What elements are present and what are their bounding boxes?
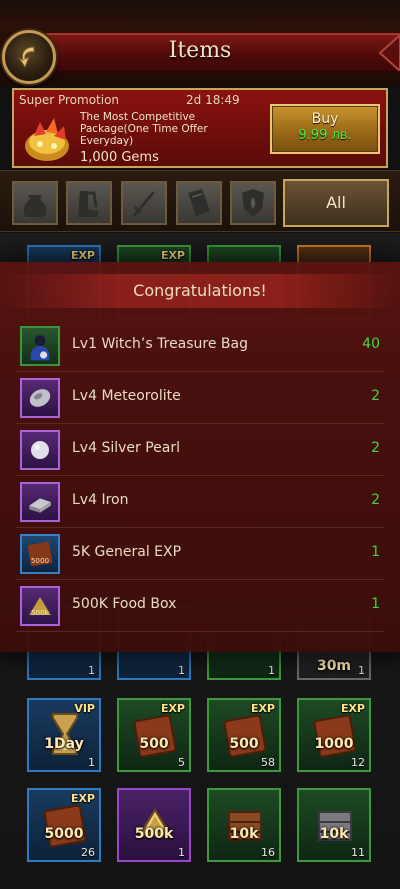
item-slot-iron[interactable]: 10k 11 bbox=[297, 788, 371, 862]
slot-count: 16 bbox=[261, 846, 275, 859]
meteorolite-icon bbox=[29, 389, 51, 407]
reward-row: 500k 500K Food Box 1 bbox=[16, 580, 384, 632]
slot-tag: EXP bbox=[70, 792, 95, 805]
slot-amount: 500 bbox=[139, 736, 169, 752]
item-slot-food[interactable]: 500k 1 bbox=[117, 788, 191, 862]
back-arrow-icon bbox=[17, 46, 35, 69]
slot-count: 1 bbox=[178, 846, 185, 859]
item-slot-exp[interactable]: EXP 1000 12 bbox=[297, 698, 371, 772]
treasure-bag-icon bbox=[30, 335, 50, 361]
reward-icon bbox=[20, 430, 60, 470]
slot-amount: 1Day bbox=[44, 736, 84, 752]
promotion-gems: 1,000 Gems bbox=[80, 150, 159, 165]
reward-name: Lv4 Iron bbox=[72, 492, 129, 508]
reward-quantity: 2 bbox=[371, 440, 380, 456]
item-slot-vip[interactable]: VIP 1Day 1 bbox=[27, 698, 101, 772]
iron-ingot-icon bbox=[29, 498, 51, 513]
shield-icon bbox=[242, 189, 264, 217]
slot-count: 5 bbox=[178, 756, 185, 769]
slot-count: 1 bbox=[88, 756, 95, 769]
tab-books[interactable] bbox=[176, 181, 222, 225]
reward-icon bbox=[20, 482, 60, 522]
item-slot-exp[interactable]: EXP 5000 26 bbox=[27, 788, 101, 862]
tab-resources[interactable] bbox=[12, 181, 58, 225]
reward-quantity: 2 bbox=[371, 388, 380, 404]
reward-row: 5000 5K General EXP 1 bbox=[16, 528, 384, 580]
item-slot-wood[interactable]: 10k 16 bbox=[207, 788, 281, 862]
slot-tag: EXP bbox=[160, 249, 185, 262]
wood-crate-icon bbox=[228, 811, 262, 841]
iron-crate-icon bbox=[318, 811, 352, 841]
slot-tag: EXP bbox=[70, 249, 95, 262]
popup-title: Congratulations! bbox=[0, 274, 400, 308]
svg-text:5000: 5000 bbox=[31, 556, 50, 565]
slot-tag: EXP bbox=[160, 702, 185, 715]
tab-speedups[interactable] bbox=[66, 181, 112, 225]
slot-count: 26 bbox=[81, 846, 95, 859]
reward-row: Lv4 Iron 2 bbox=[16, 476, 384, 528]
slot-count: 1 bbox=[358, 664, 365, 677]
slot-tag: EXP bbox=[340, 702, 365, 715]
slot-count: 1 bbox=[268, 664, 275, 677]
slot-count: 1 bbox=[178, 664, 185, 677]
reward-quantity: 2 bbox=[371, 492, 380, 508]
promotion-label: Super Promotion bbox=[19, 93, 120, 107]
header-bar: Items bbox=[0, 0, 400, 86]
slot-tag: EXP bbox=[250, 702, 275, 715]
tab-all[interactable]: All bbox=[283, 179, 389, 227]
tab-war[interactable] bbox=[121, 181, 167, 225]
banner-edge-ornament bbox=[378, 35, 400, 71]
reward-name: 500K Food Box bbox=[72, 596, 177, 612]
congratulations-popup[interactable]: Congratulations! Lv1 Witch’s Treasure Ba… bbox=[0, 262, 400, 652]
reward-quantity: 1 bbox=[371, 596, 380, 612]
reward-quantity: 1 bbox=[371, 544, 380, 560]
reward-name: Lv4 Silver Pearl bbox=[72, 440, 180, 456]
gem-package-icon bbox=[25, 118, 69, 161]
filter-tabs: All bbox=[0, 170, 400, 232]
reward-row: Lv4 Silver Pearl 2 bbox=[16, 424, 384, 476]
pearl-icon bbox=[31, 441, 49, 459]
reward-name: Lv4 Meteorolite bbox=[72, 388, 181, 404]
reward-name: 5K General EXP bbox=[72, 544, 182, 560]
slot-amount: 500 bbox=[229, 736, 259, 752]
buy-price: 9.99 лв. bbox=[298, 128, 352, 143]
slot-count: 58 bbox=[261, 756, 275, 769]
buy-label: Buy bbox=[311, 111, 339, 127]
reward-quantity: 40 bbox=[362, 336, 380, 352]
slot-count: 12 bbox=[351, 756, 365, 769]
sword-icon bbox=[133, 191, 155, 217]
book-icon bbox=[188, 189, 210, 216]
reward-name: Lv1 Witch’s Treasure Bag bbox=[72, 336, 249, 352]
slot-tag: VIP bbox=[74, 702, 95, 715]
reward-icon: 5000 bbox=[20, 534, 60, 574]
reward-row: Lv1 Witch’s Treasure Bag 40 bbox=[16, 320, 384, 372]
food-box-icon: 500k bbox=[29, 597, 51, 617]
reward-icon bbox=[20, 326, 60, 366]
promotion-description: The Most Competitive Package(One Time Of… bbox=[80, 111, 208, 147]
slot-amount: 1000 bbox=[314, 736, 354, 752]
svg-text:500k: 500k bbox=[31, 608, 50, 617]
exp-book-icon: 5000 bbox=[27, 541, 53, 567]
tab-equipment[interactable] bbox=[230, 181, 276, 225]
page-title: Items bbox=[168, 38, 232, 63]
bag-icon bbox=[23, 195, 47, 217]
slot-amount: 10k bbox=[229, 826, 259, 842]
slot-count: 11 bbox=[351, 846, 365, 859]
buy-button[interactable]: Buy 9.99 лв. bbox=[270, 104, 380, 154]
reward-icon bbox=[20, 378, 60, 418]
slot-count: 1 bbox=[88, 664, 95, 677]
reward-icon: 500k bbox=[20, 586, 60, 626]
item-slot-exp[interactable]: EXP 500 58 bbox=[207, 698, 281, 772]
slot-amount: 500k bbox=[134, 826, 174, 842]
reward-row: Lv4 Meteorolite 2 bbox=[16, 372, 384, 424]
promotion-timer: 2d 18:49 bbox=[186, 93, 240, 107]
super-promotion-banner[interactable]: Super Promotion 2d 18:49 The Most Compet… bbox=[12, 88, 388, 168]
back-button[interactable] bbox=[2, 30, 56, 84]
wheat-icon bbox=[137, 808, 173, 837]
slot-amount: 5000 bbox=[44, 826, 84, 842]
slot-amount: 10k bbox=[319, 826, 349, 842]
item-slot-exp[interactable]: EXP 500 5 bbox=[117, 698, 191, 772]
boots-icon bbox=[78, 191, 98, 217]
